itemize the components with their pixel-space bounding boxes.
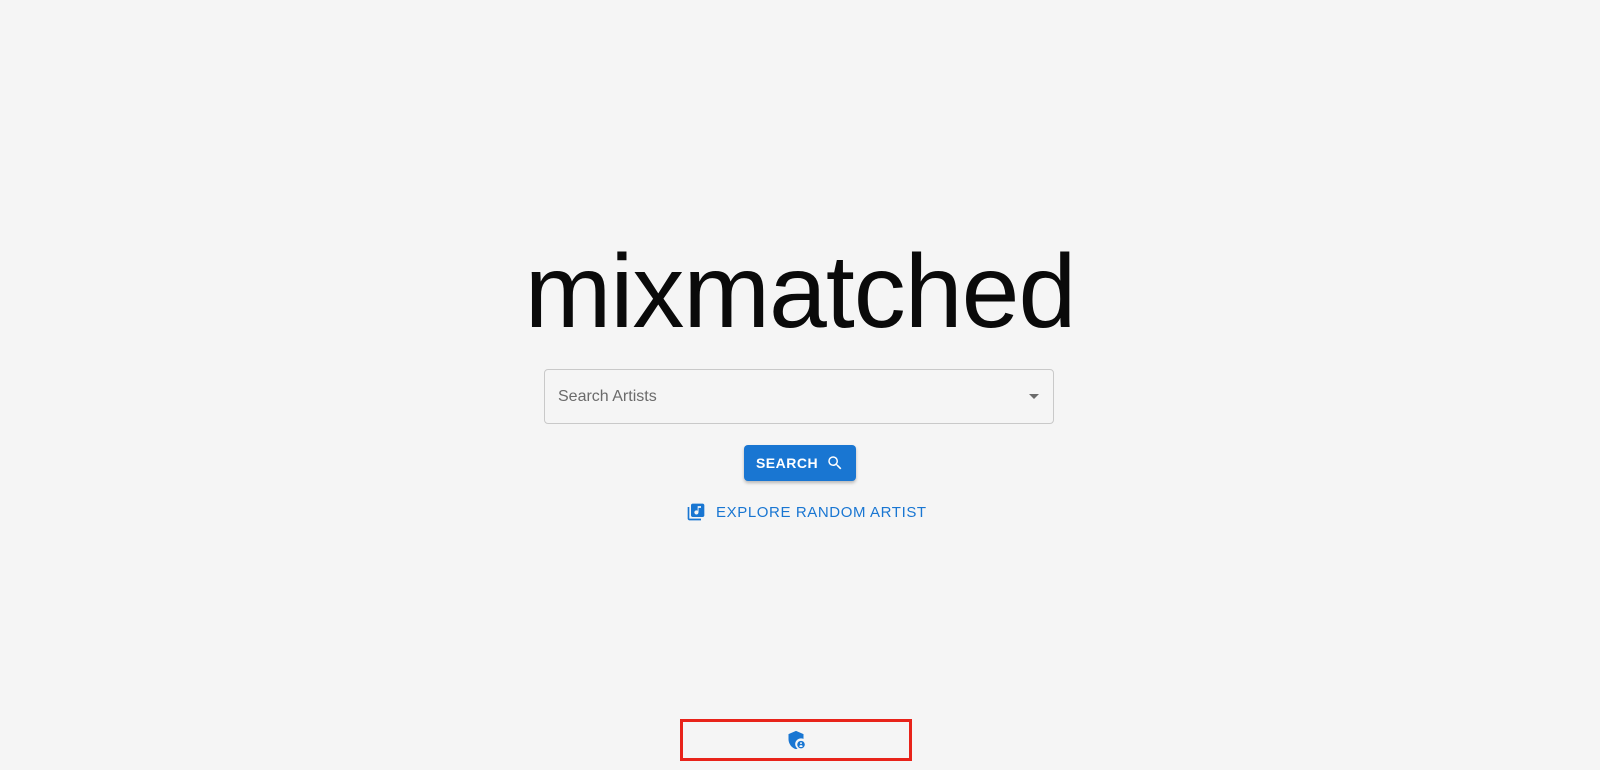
explore-random-artist-button[interactable]: EXPLORE RANDOM ARTIST (686, 500, 927, 524)
search-button[interactable]: SEARCH (744, 445, 856, 481)
footer-highlight (680, 719, 912, 761)
explore-random-artist-label: EXPLORE RANDOM ARTIST (716, 503, 927, 521)
search-icon (828, 456, 842, 470)
artist-search-field[interactable] (544, 369, 1054, 424)
search-button-label: SEARCH (755, 455, 819, 471)
privacy-shield-icon[interactable] (786, 730, 806, 750)
app-logo: mixmatched (524, 234, 1077, 350)
landing-page: mixmatched SEARCH EXPLORE RANDOM ARTIST (0, 0, 1600, 770)
library-music-icon (687, 503, 705, 521)
arrow-drop-down-icon[interactable] (1029, 394, 1039, 399)
search-input[interactable] (558, 370, 998, 423)
